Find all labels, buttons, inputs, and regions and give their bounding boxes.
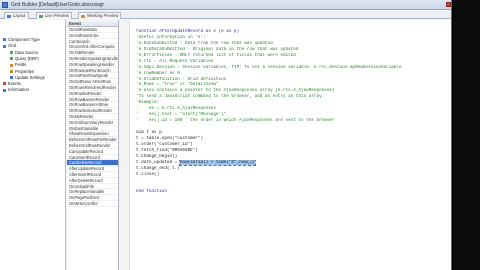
tree-node-icon (3, 88, 6, 92)
grid-builder-window: Grid Builder [Default]UserGrids.abxcrxwg… (0, 0, 452, 270)
tab-bar: Layout Live Preview Working Preview (0, 11, 451, 19)
layout-icon (7, 14, 11, 18)
code-text: t.order("customer_id") (136, 141, 193, 147)
code-text: end function (136, 189, 167, 195)
preview-icon (39, 14, 43, 18)
tab-live-preview[interactable]: Live Preview (36, 12, 72, 19)
code-text: t.date_updated = (136, 159, 180, 165)
event-list-item[interactable]: OnWriteConflict (67, 201, 118, 207)
tree-item[interactable]: Fields (10, 62, 26, 68)
tree-node-icon (10, 57, 13, 61)
tab-label: Working Preview (87, 13, 119, 18)
close-icon[interactable] (446, 2, 451, 7)
code-text: 'e.GridDefinition - Grid definition (136, 76, 227, 82)
code-text: function AfterUpdateRecord as v (e as p) (136, 29, 240, 34)
tree-item-label: Properties (15, 68, 35, 74)
code-text: t.change_begin() (136, 153, 178, 159)
code-text: 'e.ErrorFields - ONLY returned list of f… (136, 52, 296, 58)
tree-item-label: Events (8, 81, 21, 87)
code-text: ' ee[].id = 100 'the order in which Ajax… (136, 118, 335, 124)
tree-item-label: Update Settings (15, 74, 45, 80)
tab-label: Live Preview (45, 13, 69, 18)
code-text: 'e.Rows = "true" or "DetailView" (136, 82, 219, 88)
tab-label: Layout (13, 13, 26, 18)
code-text: 'e.rtc - All Request Variables (136, 58, 214, 64)
tree-item-label: Component Type (8, 37, 40, 42)
code-text: 'e.DataSubmitted - Data from the row tha… (136, 40, 273, 46)
window-title: Grid Builder [Default]UserGrids.abxcrxwg… (11, 2, 105, 8)
tab-layout[interactable]: Layout (4, 12, 29, 19)
code-text: 'e.tmpl.Session - Session variables. TIP… (136, 64, 402, 70)
tree-node-icon (3, 38, 6, 42)
desktop-background (453, 0, 480, 270)
code-text: t = table.open("customer") (136, 135, 204, 141)
code-text: 'Example: (136, 100, 160, 106)
code-text: ' ee[].text = "alert('Message')" (136, 112, 227, 118)
tree-item-label: Data Source (15, 49, 39, 55)
code-text: 'Useful information in 'e': (136, 34, 206, 40)
app-icon (2, 2, 8, 8)
code-text: 'e.rowNumber as N (136, 70, 180, 76)
tree-node-icon (10, 76, 13, 80)
tree-item-label: Grid (8, 43, 16, 49)
navigation-tree: Component Type Grid Data Source Query (DBF)… (0, 20, 66, 270)
tree-item[interactable]: Events (3, 81, 21, 87)
tree-node-icon (3, 44, 6, 48)
code-line: end function (136, 189, 450, 195)
code-area[interactable]: function AfterUpdateRecord as v (e as p)… (136, 29, 450, 195)
code-text: t.change_end(.t.) (136, 165, 180, 171)
working-preview-icon (81, 14, 85, 18)
tree-node-icon (10, 50, 13, 54)
tree-item[interactable]: Query (DBF) (10, 56, 39, 62)
tree-item[interactable]: Properties (10, 69, 34, 75)
tab-working-preview[interactable]: Working Preview (78, 12, 122, 19)
events-list-header: Event (67, 20, 118, 27)
code-text: 'e.OldDataSubmitted - Original data in t… (136, 46, 299, 52)
code-text: t.fetch_find("900456DE") (136, 147, 198, 153)
tree-item-label: Information (8, 87, 29, 93)
code-text: 'e also contains a pointer to the AjaxRe… (136, 88, 335, 94)
tree-item-label: Query (DBF) (15, 55, 39, 61)
tree-item[interactable]: Data Source (10, 50, 38, 56)
code-text: dim t as p (136, 129, 162, 135)
tree-node-icon (10, 69, 13, 73)
tree-node-icon (10, 63, 13, 67)
code-editor[interactable]: function AfterUpdateRecord as v (e as p)… (120, 20, 451, 270)
code-text: ' ee = e.rtc.A_AjaxResponses (136, 106, 216, 112)
editor-gutter (120, 20, 130, 270)
title-bar: Grid Builder [Default]UserGrids.abxcrxwg… (0, 0, 451, 10)
events-list: Event OnInitRowData OnInitRowOnSe CanSearc… (67, 20, 119, 270)
tree-item[interactable]: Information (3, 87, 29, 93)
tree-item[interactable]: Grid (3, 43, 16, 49)
code-text: 'To send a JavaScript command to the bro… (136, 94, 325, 100)
tree-node-icon (3, 82, 6, 86)
tree-item[interactable]: Update Settings (10, 75, 45, 81)
events-list-body: OnInitRowData OnInitRowOnSe CanSearch OnUse… (67, 27, 118, 207)
tree-item-label: Fields (15, 62, 27, 68)
code-text: t.close() (136, 171, 160, 177)
tree-item[interactable]: Component Type (3, 37, 40, 43)
selected-code[interactable]: now(serial) + time("0",now()) (178, 159, 256, 166)
